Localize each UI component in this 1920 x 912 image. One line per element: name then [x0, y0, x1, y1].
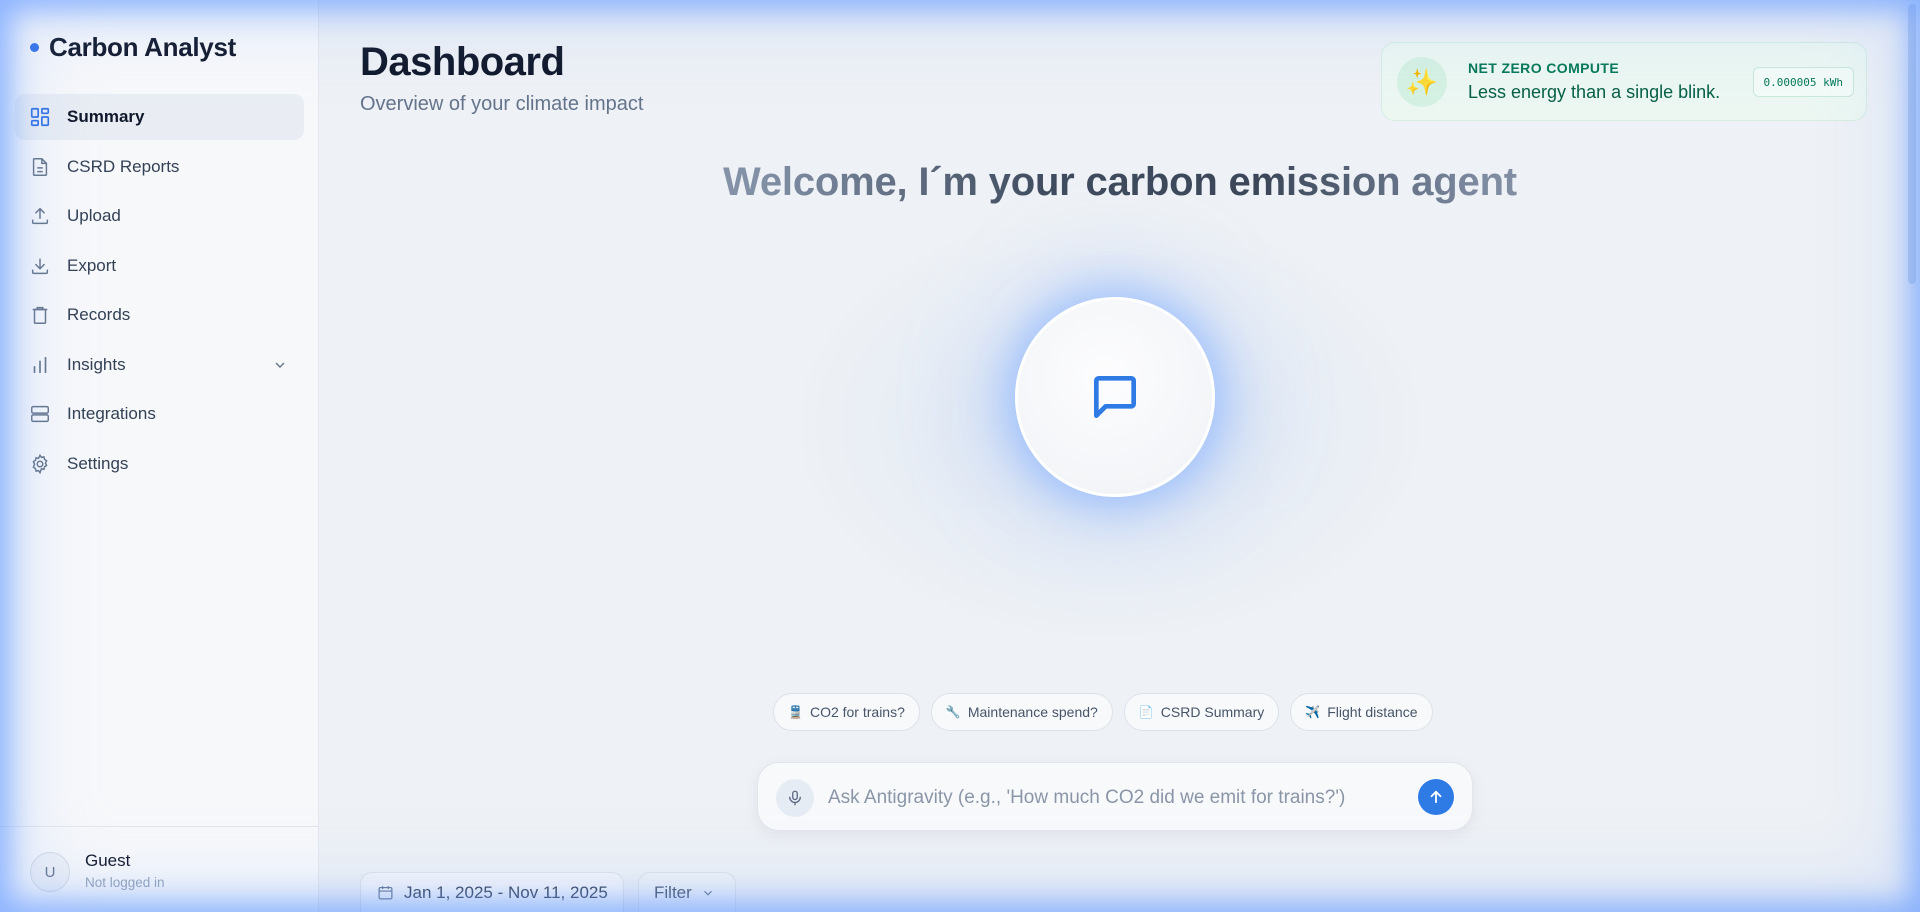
sidebar-item-label: Integrations: [67, 404, 156, 423]
sidebar-item-label: Export: [67, 255, 117, 275]
sidebar-item-label: CSRD Reports: [67, 156, 180, 176]
date-range-button[interactable]: Jan 1, 2025 - Nov 11, 2025: [360, 872, 624, 912]
sidebar-item-label: Summary: [67, 107, 145, 126]
sidebar-item-csrd-reports[interactable]: CSRD Reports: [15, 144, 304, 190]
suggestion-chip-flight[interactable]: ✈️ Flight distance: [1290, 693, 1433, 731]
server-icon: [29, 403, 51, 425]
sidebar-item-insights[interactable]: Insights: [15, 342, 304, 388]
filter-button[interactable]: Filter: [638, 872, 736, 912]
user-name: Guest: [85, 851, 131, 870]
sidebar-item-label: Upload: [67, 206, 121, 225]
chip-label: CO2 for trains?: [809, 704, 905, 720]
brand-dot-icon: [30, 43, 39, 52]
arrow-up-icon: [1430, 790, 1442, 804]
chevron-down-icon: [703, 890, 712, 896]
sidebar-item-settings[interactable]: Settings: [15, 441, 304, 487]
sidebar-item-records[interactable]: Records: [15, 292, 304, 338]
sidebar-item-upload[interactable]: Upload: [15, 193, 304, 239]
filter-label: Filter: [654, 882, 692, 902]
scrollbar[interactable]: [1908, 4, 1916, 284]
gear-icon: [29, 453, 51, 475]
microphone-icon: [789, 790, 801, 806]
train-icon: 🚆: [788, 705, 803, 719]
page-subtitle: Overview of your climate impact: [360, 93, 644, 115]
brand-name: Carbon Analyst: [49, 32, 236, 62]
suggestion-chip-maintenance[interactable]: 🔧 Maintenance spend?: [930, 693, 1113, 731]
sidebar-nav: Summary CSRD Reports Upload Export Recor…: [15, 94, 304, 490]
date-range-label: Jan 1, 2025 - Nov 11, 2025: [404, 882, 608, 902]
user-status: Not logged in: [85, 875, 165, 890]
brand: Carbon Analyst: [30, 32, 236, 63]
bar-chart-icon: [29, 354, 51, 376]
suggestion-chip-trains[interactable]: 🚆 CO2 for trains?: [773, 693, 920, 731]
microphone-button[interactable]: [776, 779, 814, 817]
net-zero-heading: NET ZERO COMPUTE: [1468, 60, 1620, 76]
chevron-down-icon[interactable]: [272, 357, 288, 373]
page-icon: 📄: [1138, 705, 1154, 719]
sidebar-item-label: Settings: [67, 453, 129, 473]
chip-label: Flight distance: [1327, 704, 1418, 720]
avatar: U: [30, 852, 70, 892]
grid-icon: [29, 106, 51, 128]
user-profile[interactable]: U Guest Not logged in: [0, 826, 319, 912]
chip-label: CSRD Summary: [1160, 704, 1265, 720]
calendar-icon: [378, 886, 393, 900]
suggestion-chips: 🚆 CO2 for trains? 🔧 Maintenance spend? 📄…: [773, 693, 1433, 731]
document-icon: [29, 156, 51, 178]
main-content: Dashboard Overview of your climate impac…: [320, 0, 1920, 912]
sidebar-item-integrations[interactable]: Integrations: [15, 391, 304, 437]
sparkles-icon: ✨: [1397, 57, 1447, 107]
ask-input[interactable]: [828, 781, 1388, 815]
chip-label: Maintenance spend?: [967, 704, 1098, 720]
chat-bubble-icon: [1094, 376, 1136, 418]
wrench-icon: 🔧: [945, 705, 961, 719]
airplane-icon: ✈️: [1305, 705, 1321, 719]
ask-bar: [757, 762, 1473, 831]
sidebar-item-export[interactable]: Export: [15, 243, 304, 289]
sidebar-item-label: Records: [67, 305, 131, 324]
suggestion-chip-csrd[interactable]: 📄 CSRD Summary: [1123, 693, 1280, 731]
sidebar-item-summary[interactable]: Summary: [15, 94, 304, 140]
upload-icon: [29, 205, 51, 227]
page-title: Dashboard: [360, 40, 565, 84]
welcome-heading: Welcome, I´m your carbon emission agent: [400, 160, 1840, 205]
agent-orb-button[interactable]: [1015, 297, 1215, 497]
trash-icon: [29, 304, 51, 326]
download-icon: [29, 255, 51, 277]
net-zero-text: Less energy than a single blink.: [1468, 82, 1721, 102]
energy-badge: 0.000005 kWh: [1752, 67, 1854, 97]
send-button[interactable]: [1418, 779, 1454, 815]
net-zero-card: ✨ NET ZERO COMPUTE Less energy than a si…: [1381, 42, 1867, 121]
sidebar: Carbon Analyst Summary CSRD Reports Uplo…: [0, 0, 319, 912]
sidebar-item-label: Insights: [67, 354, 126, 374]
